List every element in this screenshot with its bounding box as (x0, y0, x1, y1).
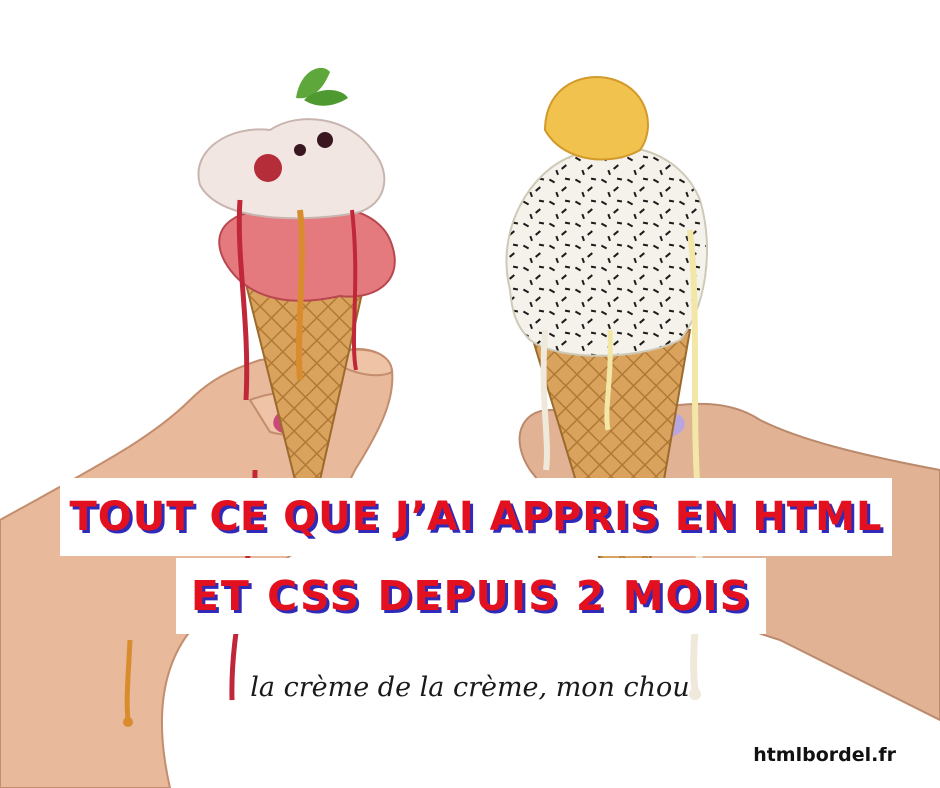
headline-band-2: ET CSS DEPUIS 2 MOIS (176, 558, 766, 634)
headline-band-1: TOUT CE QUE J’AI APPRIS EN HTML (60, 478, 892, 556)
site-name: htmlbordel.fr (753, 744, 896, 766)
tagline: la crème de la crème, mon chou (250, 672, 690, 703)
headline-line-2: ET CSS DEPUIS 2 MOIS (190, 571, 752, 620)
headline-line-1: TOUT CE QUE J’AI APPRIS EN HTML (69, 494, 883, 540)
poster: TOUT CE QUE J’AI APPRIS EN HTML ET CSS D… (0, 0, 940, 788)
ice-cream-photo (0, 67, 940, 788)
